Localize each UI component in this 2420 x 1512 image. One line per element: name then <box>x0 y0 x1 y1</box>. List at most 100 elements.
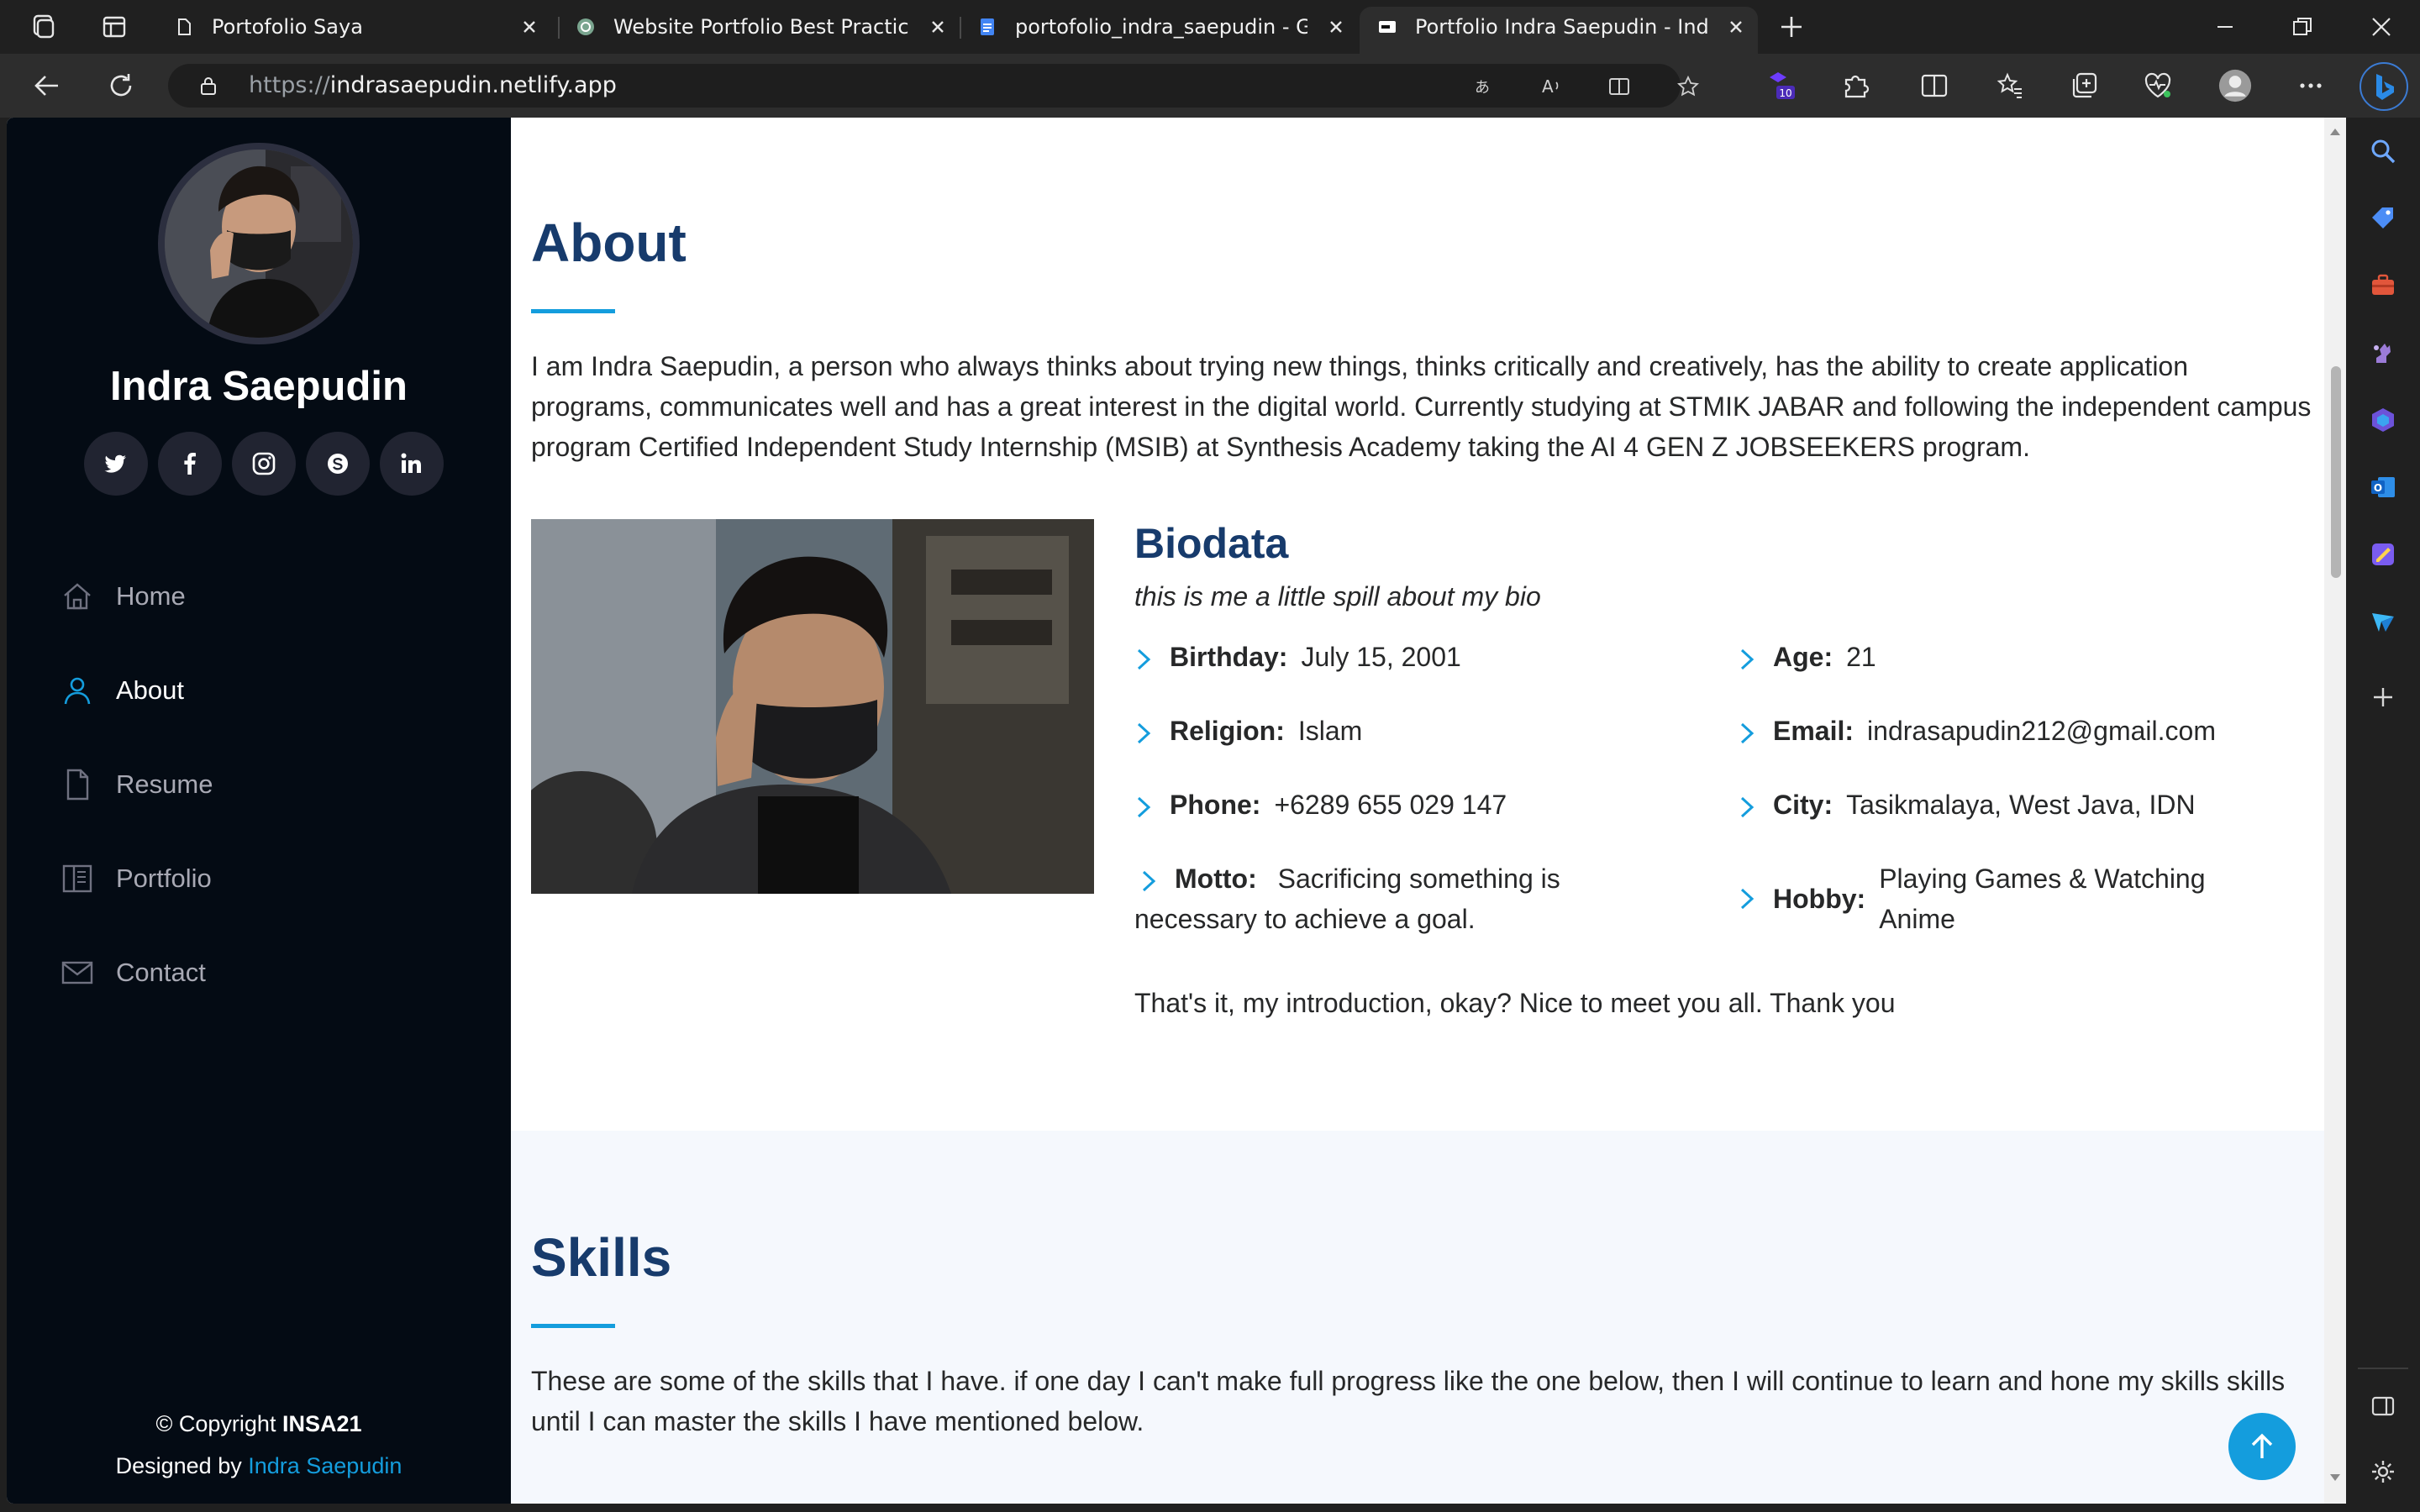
browser-tab[interactable]: Portofolio Saya <box>156 7 551 47</box>
copilot-365-icon[interactable] <box>2366 403 2400 437</box>
person-icon <box>59 672 96 709</box>
facebook-icon <box>184 453 196 475</box>
browser-tab[interactable]: Website Portfolio Best Practices <box>558 7 960 47</box>
nav-label: Resume <box>116 769 213 799</box>
file-icon <box>59 766 96 803</box>
web-page: Indra Saepudin Home About Resume Portfol… <box>7 118 2346 1504</box>
workspaces-icon[interactable] <box>27 10 60 44</box>
bio-hobby: Hobby: Playing Games & Watching Anime <box>1738 858 2326 939</box>
bio-city: City: Tasikmalaya, West Java, IDN <box>1738 785 2196 825</box>
skype-icon <box>328 454 348 474</box>
page-scrollbar[interactable] <box>2324 118 2346 1504</box>
svg-text:あ: あ <box>1475 79 1490 97</box>
address-bar[interactable]: https://indrasaepudin.netlify.app あ A <box>168 64 1699 108</box>
instagram-link[interactable] <box>232 432 296 496</box>
nav-contact[interactable]: Contact <box>59 948 462 998</box>
extensions-puzzle-icon[interactable] <box>1839 69 1872 102</box>
facebook-link[interactable] <box>158 432 222 496</box>
back-to-top-button[interactable] <box>2228 1413 2296 1480</box>
favorites-icon[interactable] <box>1993 69 2027 102</box>
scroll-down-icon[interactable] <box>2329 1473 2341 1482</box>
scroll-thumb[interactable] <box>2331 366 2341 578</box>
tab-title: Portfolio Indra Saepudin - Index <box>1415 15 1707 39</box>
chevron-right-icon <box>1137 648 1151 669</box>
close-window-icon[interactable] <box>2365 10 2398 44</box>
favorite-star-icon[interactable] <box>1677 76 1699 97</box>
extension-icon[interactable]: 10 <box>1765 69 1798 102</box>
site-footer: © Copyright INSA21 Designed by Indra Sae… <box>7 1403 511 1487</box>
chevron-right-icon <box>1740 796 1754 817</box>
nav-about[interactable]: About <box>59 665 462 716</box>
hide-sidebar-icon[interactable] <box>2366 1389 2400 1423</box>
url-text: https://indrasaepudin.netlify.app <box>249 72 617 98</box>
main-content: About I am Indra Saepudin, a person who … <box>511 118 2324 1504</box>
tab-actions-icon[interactable] <box>97 10 131 44</box>
bio-closing: That's it, my introduction, okay? Nice t… <box>1134 988 1896 1018</box>
close-icon[interactable] <box>1726 17 1746 37</box>
bing-copilot-icon[interactable] <box>2360 62 2408 111</box>
linkedin-link[interactable] <box>380 432 444 496</box>
browser-tab-active[interactable]: Portfolio Indra Saepudin - Index <box>1360 7 1758 54</box>
refresh-icon[interactable] <box>104 69 138 102</box>
skype-link[interactable] <box>306 432 370 496</box>
browser-essentials-icon[interactable] <box>2141 69 2175 102</box>
credits: Designed by Indra Saepudin <box>115 1453 402 1478</box>
skills-description: These are some of the skills that I have… <box>531 1366 2286 1436</box>
close-icon[interactable] <box>519 17 539 37</box>
nav-label: About <box>116 675 185 705</box>
search-icon[interactable] <box>2366 134 2400 168</box>
scroll-up-icon[interactable] <box>2329 128 2341 136</box>
add-app-icon[interactable] <box>2366 680 2400 714</box>
restore-icon[interactable] <box>2286 10 2319 44</box>
arrow-up-icon <box>2251 1433 2273 1458</box>
chevron-right-icon <box>1137 722 1151 743</box>
twitter-link[interactable] <box>84 432 148 496</box>
nav-label: Home <box>116 581 186 611</box>
minimize-icon[interactable] <box>2208 10 2242 44</box>
footer-brand: INSA21 <box>281 1411 362 1436</box>
tools-briefcase-icon[interactable] <box>2366 269 2400 302</box>
profile-avatar-icon[interactable] <box>2218 69 2252 102</box>
twitter-icon <box>104 454 126 473</box>
collections-icon[interactable] <box>2067 69 2101 102</box>
back-icon[interactable] <box>30 69 64 102</box>
title-underline <box>531 1324 615 1328</box>
tab-title: Website Portfolio Best Practices <box>613 15 909 39</box>
site-sidebar: Indra Saepudin Home About Resume Portfol… <box>7 118 511 1504</box>
svg-text:A: A <box>1542 76 1554 97</box>
social-links <box>76 432 445 499</box>
nav-resume[interactable]: Resume <box>59 759 462 810</box>
sidebar-settings-icon[interactable] <box>2366 1455 2400 1488</box>
shopping-tag-icon[interactable] <box>2366 202 2400 235</box>
chevron-right-icon <box>1137 796 1151 817</box>
bio-age: Age: 21 <box>1738 637 1876 677</box>
read-aloud-icon[interactable]: A <box>1541 76 1563 97</box>
browser-tab[interactable]: portofolio_indra_saepudin - Goo <box>960 7 1358 47</box>
nav-home[interactable]: Home <box>59 571 462 622</box>
games-icon[interactable] <box>2366 336 2400 370</box>
tab-title: Portofolio Saya <box>212 15 363 39</box>
designer-link[interactable]: Indra Saepudin <box>248 1453 402 1478</box>
chevron-right-icon <box>1142 870 1156 891</box>
bio-email: Email: indrasapudin212@gmail.com <box>1738 711 2216 751</box>
chevron-right-icon <box>1740 888 1754 910</box>
close-icon[interactable] <box>928 17 948 37</box>
more-options-icon[interactable] <box>2294 69 2328 102</box>
skills-section-title: Skills <box>531 1227 672 1288</box>
outlook-icon[interactable]: O <box>2366 470 2400 504</box>
close-icon[interactable] <box>1326 17 1346 37</box>
split-screen-icon[interactable] <box>1918 69 1951 102</box>
immersive-reader-icon[interactable] <box>1608 76 1630 97</box>
sidebar-divider <box>2358 1368 2408 1369</box>
nav-portfolio[interactable]: Portfolio <box>59 853 462 904</box>
lock-icon[interactable] <box>198 76 218 96</box>
biodata-subtitle: this is me a little spill about my bio <box>1134 581 1541 612</box>
translate-icon[interactable]: あ <box>1474 76 1496 97</box>
browser-toolbar: https://indrasaepudin.netlify.app あ A 10 <box>0 54 2420 118</box>
about-section-title: About <box>531 213 687 273</box>
browser-tab-strip: Portofolio Saya Website Portfolio Best P… <box>0 0 2420 54</box>
instagram-icon <box>252 452 276 475</box>
new-tab-icon[interactable] <box>1775 10 1808 44</box>
send-icon[interactable] <box>2366 605 2400 638</box>
designer-icon[interactable] <box>2366 538 2400 571</box>
